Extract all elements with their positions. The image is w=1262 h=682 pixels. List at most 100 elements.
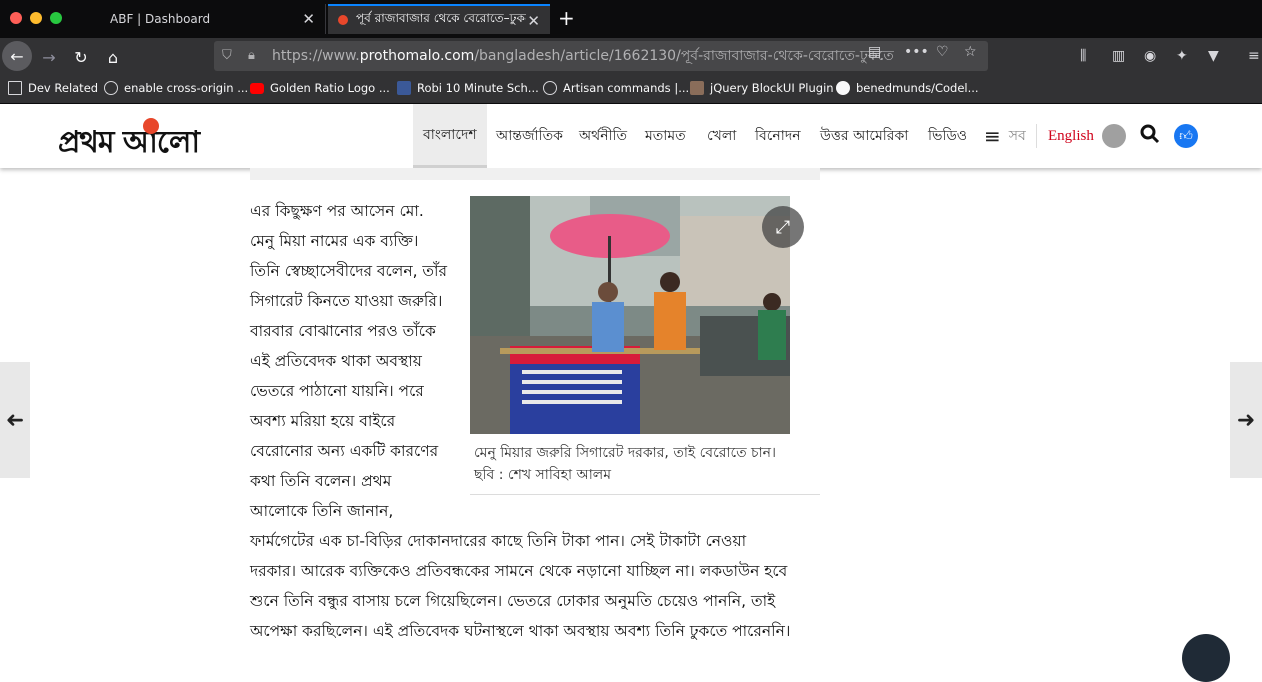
- english-edition-link[interactable]: English: [1048, 128, 1094, 145]
- paragraph-line: মেনু মিয়া নামের এক ব্যক্তি।: [250, 232, 419, 250]
- url-path: /bangladesh/article/1662130/পূর্ব-রাজাবা…: [474, 48, 894, 64]
- shield-icon[interactable]: ⛉: [222, 48, 238, 64]
- paragraph-line: সিগারেট কিনতে যাওয়া জরুরি।: [250, 292, 443, 310]
- bookmark-item[interactable]: jQuery BlockUI Plugin: [690, 81, 834, 95]
- close-icon[interactable]: ✕: [527, 12, 540, 30]
- back-arrow-icon[interactable]: ←: [2, 41, 32, 71]
- nav-item-sports[interactable]: খেলা: [707, 104, 736, 168]
- library-icon[interactable]: ⫼: [1080, 48, 1086, 64]
- nav-item-international[interactable]: আন্তর্জাতিক: [496, 104, 563, 168]
- github-icon: [836, 81, 850, 95]
- paragraph-line: ফার্মগেটের এক চা-বিড়ির দোকানদারের কাছে …: [250, 532, 747, 550]
- search-icon[interactable]: [1140, 124, 1160, 144]
- paragraph-line: দরকার। আরেক ব্যক্তিকেও প্রতিবন্ধকের সামন…: [250, 562, 788, 580]
- bookmark-item[interactable]: Robi 10 Minute Sch...: [397, 81, 539, 95]
- logo-sun-icon: [143, 118, 159, 134]
- expand-fullscreen-icon[interactable]: ⤢: [762, 206, 804, 248]
- menu-hamburger-icon[interactable]: ≡: [1248, 48, 1260, 64]
- globe-icon: [104, 81, 118, 95]
- nav-item-bangladesh[interactable]: বাংলাদেশ: [413, 104, 487, 168]
- minimize-window-button[interactable]: [30, 12, 42, 24]
- bookmark-item[interactable]: Golden Ratio Logo ...: [250, 81, 390, 95]
- like-thumb-icon[interactable]: 👍︎: [1174, 124, 1198, 148]
- header-divider: [1036, 124, 1037, 148]
- paragraph-line: কথা তিনি বলেন। প্রথম: [250, 472, 392, 490]
- facebook-icon: [397, 81, 411, 95]
- pocket-icon[interactable]: ♡: [936, 44, 949, 60]
- article-paragraph: ফার্মগেটের এক চা-বিড়ির দোকানদারের কাছে …: [250, 526, 830, 646]
- close-window-button[interactable]: [10, 12, 22, 24]
- browser-tab-bar: ABF | Dashboard ✕ পূর্ব রাজাবাজার থেকে ব…: [0, 0, 1262, 38]
- next-article-arrow-icon[interactable]: ➜: [1230, 362, 1262, 478]
- paragraph-line: তিনি স্বেচ্ছাসেবীদের বলেন, তাঁর: [250, 262, 448, 280]
- nav-item-entertainment[interactable]: বিনোদন: [755, 104, 801, 168]
- prothomalo-logo[interactable]: প্রথম আলো: [58, 118, 200, 169]
- paragraph-line: শুনে তিনি বন্ধুর বাসায় চলে গিয়েছিলেন। …: [250, 592, 776, 610]
- bookmark-item[interactable]: Dev Related: [8, 81, 98, 95]
- paragraph-line: ভেতরে পাঠানো যায়নি। পরে: [250, 382, 424, 400]
- user-avatar-icon[interactable]: [1102, 124, 1126, 148]
- caption-line: মেনু মিয়ার জরুরি সিগারেট দরকার, তাই বের…: [474, 445, 777, 461]
- street-scene-illustration: [470, 196, 790, 434]
- globe-icon: [543, 81, 557, 95]
- hamburger-icon: ≡: [984, 124, 1001, 148]
- nav-item-video[interactable]: ভিডিও: [928, 104, 967, 168]
- ad-placeholder-strip: [250, 168, 820, 180]
- bookmark-label: benedmunds/Codel...: [856, 81, 979, 95]
- paragraph-line: এর কিছুক্ষণ পর আসেন মো.: [250, 202, 424, 220]
- tab-dashboard[interactable]: ABF | Dashboard ✕: [100, 4, 326, 34]
- photo-credit: ছবি : শেখ সাবিহা আলম: [474, 467, 612, 483]
- prothomalo-favicon-icon: [338, 15, 348, 25]
- paragraph-line: বেরোনোর অন্য একটি কারণের: [250, 442, 439, 460]
- home-icon[interactable]: ⌂: [100, 44, 126, 70]
- bookmark-label: Golden Ratio Logo ...: [270, 81, 390, 95]
- maximize-window-button[interactable]: [50, 12, 62, 24]
- vpn-extension-icon[interactable]: ▼: [1208, 48, 1219, 64]
- paragraph-line: অবশ্য মরিয়া হয়ে বাইরে: [250, 412, 396, 430]
- scroll-top-button[interactable]: [1182, 634, 1230, 682]
- extension-icon[interactable]: ✦: [1176, 48, 1188, 64]
- paragraph-line: অপেক্ষা করছিলেন। এই প্রতিবেদক ঘটনাস্থলে …: [250, 622, 791, 640]
- nav-item-economy[interactable]: অর্থনীতি: [579, 104, 627, 168]
- bookmark-item[interactable]: benedmunds/Codel...: [836, 81, 979, 95]
- reload-icon[interactable]: ↻: [68, 44, 94, 70]
- figure-divider: [470, 494, 820, 495]
- bookmark-star-icon[interactable]: ☆: [964, 44, 977, 60]
- reader-view-icon[interactable]: ▤: [868, 44, 881, 60]
- url-prefix: https://www.: [272, 48, 360, 64]
- tab-title: পূর্ব রাজাবাজার থেকে বেরোতে–ঢুকতে: [356, 11, 526, 25]
- close-icon[interactable]: ✕: [302, 10, 315, 28]
- tab-title: ABF | Dashboard: [110, 12, 211, 26]
- bookmark-label: Robi 10 Minute Sch...: [417, 81, 539, 95]
- tab-article[interactable]: পূর্ব রাজাবাজার থেকে বেরোতে–ঢুকতে ✕: [328, 4, 550, 34]
- bookmark-item[interactable]: Artisan commands |...: [543, 81, 689, 95]
- paragraph-line: এই প্রতিবেদক থাকা অবস্থায়: [250, 352, 422, 370]
- paragraph-line: আলোকে তিনি জানান,: [250, 502, 394, 520]
- photo-caption: মেনু মিয়ার জরুরি সিগারেট দরকার, তাই বের…: [474, 442, 820, 486]
- all-sections-button[interactable]: ≡ সব: [984, 104, 1026, 168]
- folder-icon: [8, 81, 22, 95]
- article-figure: ⤢ মেনু মিয়ার জরুরি সিগারেট দরকার, তাই ব…: [470, 196, 820, 496]
- bookmark-label: Artisan commands |...: [563, 81, 690, 95]
- nav-item-north-america[interactable]: উত্তর আমেরিকা: [820, 104, 908, 168]
- page-icon: [690, 81, 704, 95]
- forward-arrow-icon[interactable]: →: [36, 44, 62, 70]
- article-paragraph: এর কিছুক্ষণ পর আসেন মো. মেনু মিয়া নামের…: [250, 196, 460, 526]
- bookmark-label: Dev Related: [28, 81, 99, 95]
- nav-item-opinion[interactable]: মতামত: [645, 104, 686, 168]
- sidebar-icon[interactable]: ▥: [1112, 48, 1125, 64]
- new-tab-icon[interactable]: +: [558, 6, 575, 30]
- navigation-toolbar: ← → ↻ ⌂ ⛉ 🔒︎ https://www. prothomalo.com…: [0, 38, 1262, 74]
- lock-icon[interactable]: 🔒︎: [248, 48, 264, 64]
- more-actions-icon[interactable]: •••: [904, 44, 929, 60]
- all-sections-label: সব: [1008, 128, 1026, 144]
- url-host: prothomalo.com: [359, 48, 475, 64]
- bookmark-item[interactable]: enable cross-origin ...: [104, 81, 248, 95]
- bookmark-label: jQuery BlockUI Plugin: [710, 81, 834, 95]
- youtube-icon: [250, 82, 264, 94]
- article-photo[interactable]: [470, 196, 790, 434]
- paragraph-line: বারবার বোঝানোর পরও তাঁকে: [250, 322, 436, 340]
- bookmark-label: enable cross-origin ...: [124, 81, 249, 95]
- account-icon[interactable]: ◉: [1144, 48, 1156, 64]
- previous-article-arrow-icon[interactable]: ➜: [0, 362, 30, 478]
